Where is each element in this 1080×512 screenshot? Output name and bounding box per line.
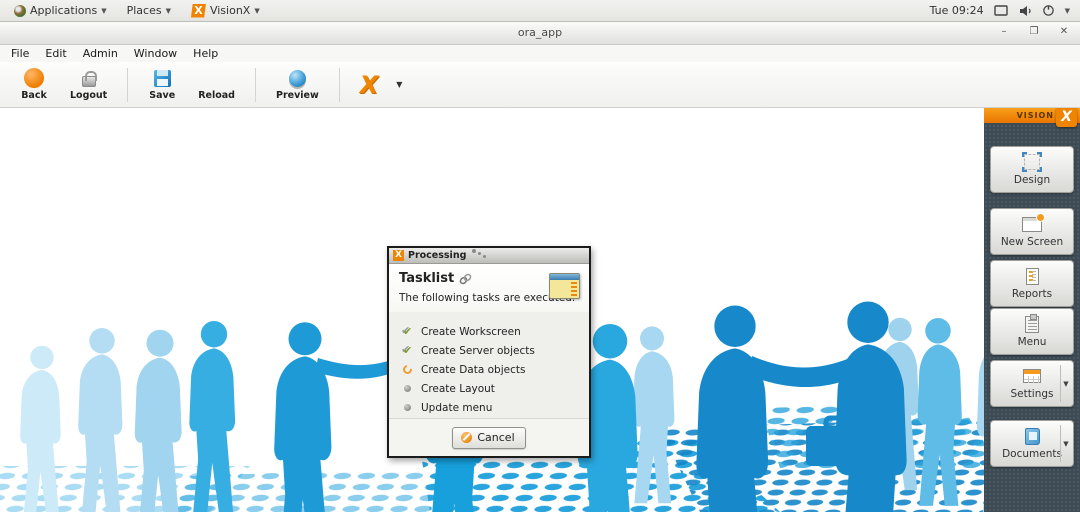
sidebar-button-icon (1024, 154, 1040, 170)
toolbar-icon (154, 70, 171, 87)
menu-item[interactable]: Help (186, 46, 225, 61)
volume-icon[interactable] (1018, 4, 1032, 18)
task-row: ✔✔ Update menu (401, 398, 577, 417)
task-row: ✔✔ Create Server objects (401, 341, 577, 360)
places-label: Places (127, 4, 162, 17)
toolbar-separator (339, 68, 340, 102)
sidebar-header-title: VISION (1017, 111, 1054, 120)
minimize-button[interactable]: – (996, 24, 1012, 40)
toolbar-icon (82, 76, 96, 87)
sidebar-button[interactable]: Design ▼ (990, 146, 1074, 193)
chevron-down-icon: ▼ (254, 7, 259, 15)
chevron-down-icon: ▼ (166, 7, 171, 15)
check-icon: ✔✔ (401, 345, 413, 357)
visionx-logo-icon: X (191, 4, 206, 18)
visionx-x-logo-icon[interactable]: X (1056, 108, 1077, 127)
toolbar-button[interactable]: Preview (268, 65, 327, 104)
dialog-footer: Cancel (389, 418, 589, 456)
toolbar: Back Logout Save Reload Prev (0, 62, 1080, 108)
sidebar-button-icon (1025, 316, 1039, 333)
toolbar-separator (255, 68, 256, 102)
spinner-icon (401, 363, 414, 376)
cancel-icon (461, 432, 472, 443)
toolbar-button[interactable]: Reload (190, 65, 243, 104)
window-title: ora_app (0, 26, 1080, 39)
clock[interactable]: Tue 09:24 (930, 4, 984, 17)
toolbar-button[interactable]: Save (140, 65, 184, 104)
pending-bullet-icon (404, 404, 411, 411)
task-row: ✔✔ Create Data objects (401, 360, 577, 379)
processing-dialog: X Processing Tasklist The following task… (387, 246, 591, 458)
dialog-heading: Tasklist (399, 271, 454, 286)
dialog-header: Tasklist The following tasks are execute… (389, 264, 589, 312)
toolbar-separator (127, 68, 128, 102)
sidebar-button-icon (1026, 268, 1039, 285)
sidebar-button[interactable]: Menu ▼ (990, 308, 1074, 355)
applications-icon (14, 5, 26, 17)
sidebar-button-dropdown[interactable]: ▼ (1060, 425, 1071, 462)
sidebar-button[interactable]: Settings ▼ (990, 360, 1074, 407)
applications-label: Applications (30, 4, 97, 17)
sidebar-button-dropdown[interactable]: ▼ (1060, 365, 1071, 402)
places-menu[interactable]: Places ▼ (119, 2, 179, 19)
sidebar-button[interactable]: New Screen ▼ (990, 208, 1074, 255)
toolbar-icon (24, 68, 44, 88)
menu-item[interactable]: Window (127, 46, 184, 61)
toolbar-button[interactable]: Logout (62, 65, 115, 104)
visionx-gear-icon: X (360, 74, 379, 96)
task-row: ✔✔ Create Workscreen (401, 322, 577, 341)
pending-bullet-icon (404, 385, 411, 392)
menu-item[interactable]: File (4, 46, 36, 61)
toolbar-dropdown-caret[interactable]: ▼ (396, 80, 402, 89)
applications-menu[interactable]: Applications ▼ (6, 2, 115, 19)
display-icon[interactable] (994, 4, 1008, 18)
sidebar-button[interactable]: Reports ▼ (990, 260, 1074, 307)
check-icon: ✔✔ (401, 326, 413, 338)
power-icon[interactable] (1042, 4, 1055, 17)
workspace-background: VISION X Design ▼ New Screen (0, 108, 1080, 512)
workscreen-form-icon (549, 273, 580, 299)
visionx-dialog-icon: X (393, 250, 404, 261)
chevron-down-icon[interactable]: ▼ (1065, 7, 1070, 15)
task-row: ✔✔ Create Layout (401, 379, 577, 398)
toolbar-button[interactable]: Back (12, 65, 56, 104)
desktop-top-panel: Applications ▼ Places ▼ X VisionX ▼ Tue … (0, 0, 1080, 22)
menu-bar: FileEditAdminWindowHelp (0, 45, 1080, 62)
menu-item[interactable]: Edit (38, 46, 73, 61)
sidebar-header: VISION X (984, 108, 1080, 123)
visionx-menu[interactable]: X VisionX ▼ (183, 2, 268, 20)
window-titlebar: ora_app – ❐ ✕ (0, 22, 1080, 45)
processing-spinner-dots-icon (472, 249, 486, 258)
sidebar-button-icon (1023, 369, 1041, 383)
visionx-label: VisionX (210, 4, 250, 17)
menu-item[interactable]: Admin (76, 46, 125, 61)
chevron-down-icon: ▼ (101, 7, 106, 15)
toolbar-icon (289, 70, 306, 87)
visionx-toolbar-button[interactable]: X (352, 71, 387, 99)
maximize-button[interactable]: ❐ (1026, 24, 1042, 40)
dialog-title: Processing (408, 250, 466, 261)
cancel-button[interactable]: Cancel (452, 427, 525, 449)
sidebar-button[interactable]: Documents ▼ (990, 420, 1074, 467)
close-button[interactable]: ✕ (1056, 24, 1072, 40)
link-icon (459, 273, 472, 285)
visionx-sidebar: VISION X Design ▼ New Screen (984, 108, 1080, 512)
sidebar-button-icon (1025, 428, 1040, 445)
sidebar-button-icon (1022, 217, 1042, 232)
dialog-titlebar[interactable]: X Processing (389, 248, 589, 264)
